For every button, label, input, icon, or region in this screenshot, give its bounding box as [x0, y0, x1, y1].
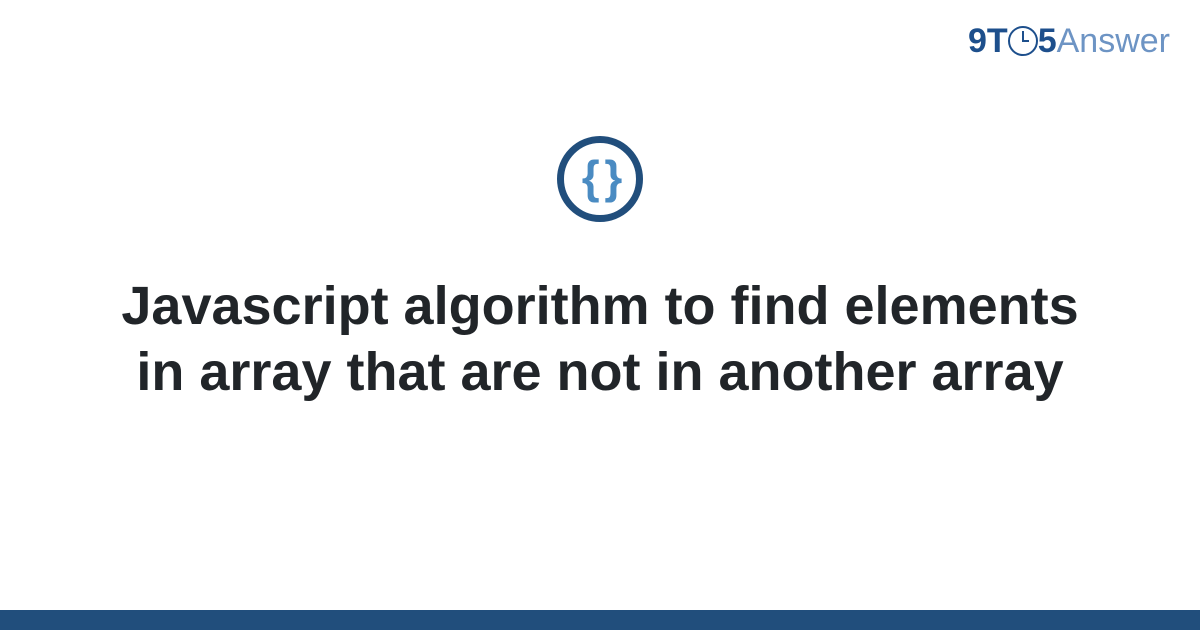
question-title: Javascript algorithm to find elements in… [120, 274, 1080, 406]
footer-bar [0, 610, 1200, 630]
topic-badge: { } [557, 136, 643, 222]
code-braces-icon: { } [582, 154, 619, 200]
main-content: { } Javascript algorithm to find element… [0, 0, 1200, 630]
